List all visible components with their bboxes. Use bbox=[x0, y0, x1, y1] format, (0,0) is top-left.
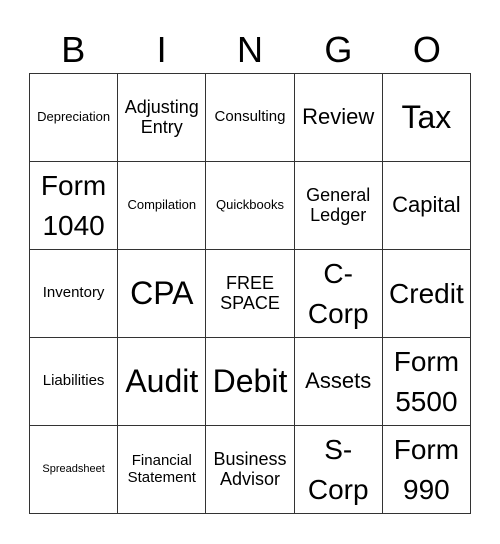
bingo-cell[interactable]: Business Advisor bbox=[206, 426, 295, 514]
header-letter-o: O bbox=[412, 29, 441, 70]
bingo-cell[interactable]: Adjusting Entry bbox=[118, 74, 207, 162]
bingo-cell[interactable]: Form 990 bbox=[382, 426, 471, 514]
bingo-cell[interactable]: Financial Statement bbox=[118, 426, 207, 514]
header-letter-g: G bbox=[324, 29, 353, 70]
bingo-header: B I N G O bbox=[29, 28, 471, 72]
bingo-cell[interactable]: General Ledger bbox=[294, 162, 383, 250]
bingo-cell[interactable]: Consulting bbox=[206, 74, 295, 162]
bingo-cell[interactable]: Assets bbox=[294, 338, 383, 426]
bingo-grid: Depreciation Adjusting Entry Consulting Rev… bbox=[29, 73, 471, 514]
bingo-cell[interactable]: Audit bbox=[118, 338, 207, 426]
bingo-cell[interactable]: Inventory bbox=[30, 250, 119, 338]
bingo-cell[interactable]: Spreadsheet bbox=[30, 426, 119, 514]
bingo-cell[interactable]: Form 5500 bbox=[382, 338, 471, 426]
bingo-cell[interactable]: CPA bbox=[118, 250, 207, 338]
header-letter-i: I bbox=[156, 29, 167, 70]
bingo-cell[interactable]: S-Corp bbox=[294, 426, 383, 514]
bingo-cell[interactable]: Depreciation bbox=[30, 74, 119, 162]
bingo-cell[interactable]: Review bbox=[294, 74, 383, 162]
bingo-cell[interactable]: Debit bbox=[206, 338, 295, 426]
bingo-cell[interactable]: Form 1040 bbox=[30, 162, 119, 250]
bingo-cell[interactable]: Capital bbox=[382, 162, 471, 250]
bingo-cell[interactable]: Compilation bbox=[118, 162, 207, 250]
bingo-cell[interactable]: C-Corp bbox=[294, 250, 383, 338]
bingo-cell[interactable]: Tax bbox=[382, 74, 471, 162]
bingo-cell[interactable]: Quickbooks bbox=[206, 162, 295, 250]
bingo-cell[interactable]: Liabilities bbox=[30, 338, 119, 426]
header-letter-n: N bbox=[237, 29, 264, 70]
free-space-cell[interactable]: FREE SPACE bbox=[206, 250, 295, 338]
bingo-cell[interactable]: Credit bbox=[382, 250, 471, 338]
header-letter-b: B bbox=[61, 29, 86, 70]
